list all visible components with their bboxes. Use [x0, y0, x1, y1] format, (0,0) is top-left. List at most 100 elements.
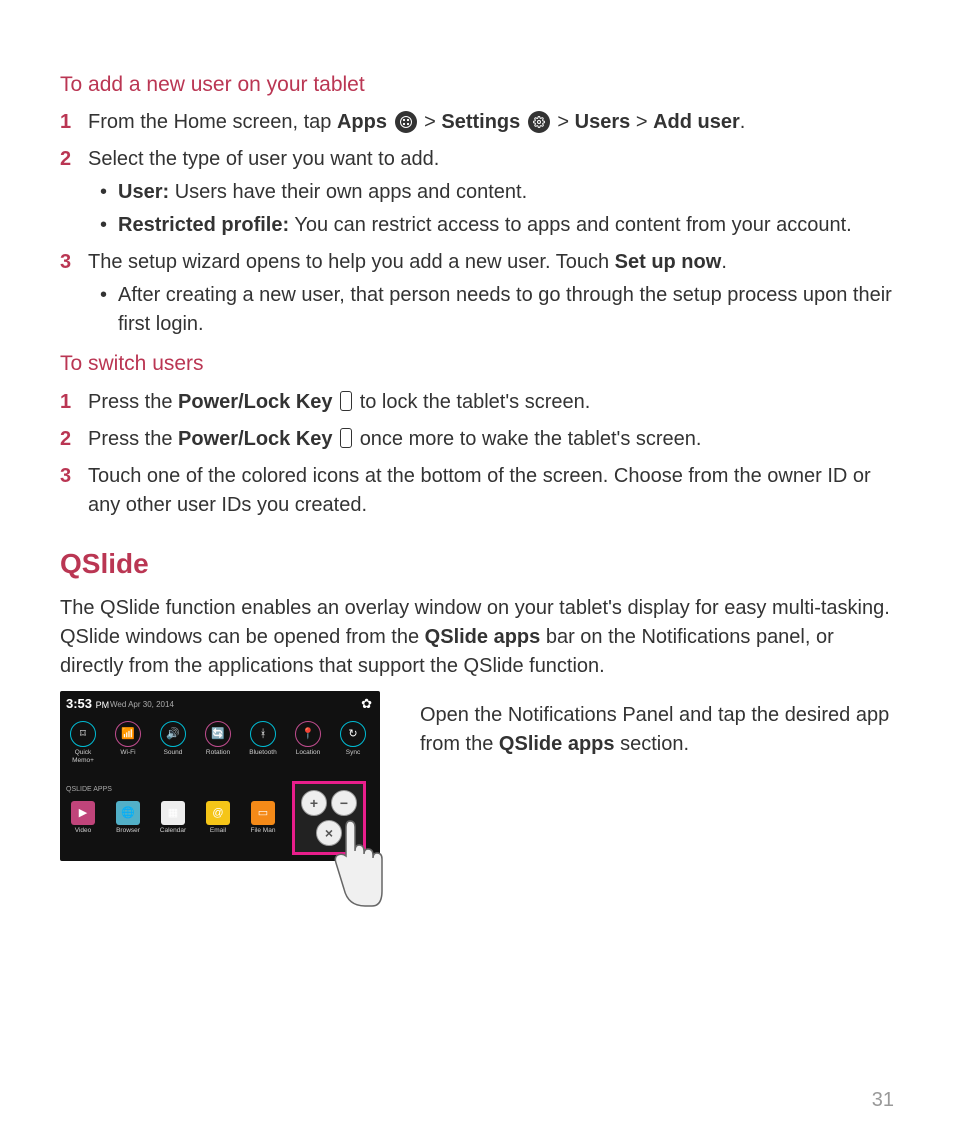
- list-item: 1 Press the Power/Lock Key to lock the t…: [60, 388, 894, 417]
- quick-setting-item: 📶 Wi-Fi: [111, 721, 145, 763]
- text: You can restrict access to apps and cont…: [289, 214, 852, 236]
- toggle-label: Bluetooth: [249, 749, 276, 756]
- time-ampm: PM: [96, 700, 110, 710]
- quick-setting-item: ⌑ Quick Memo+: [66, 721, 100, 763]
- clock-time: 3:53 PM: [66, 695, 109, 714]
- minus-icon: −: [331, 790, 357, 816]
- qslide-side-text: Open the Notifications Panel and tap the…: [420, 691, 894, 759]
- text-bold: Power/Lock Key: [178, 391, 333, 413]
- plus-icon: +: [301, 790, 327, 816]
- step-number: 1: [60, 388, 71, 417]
- gear-icon: [528, 111, 550, 133]
- text-bold: Settings: [441, 111, 520, 133]
- list-item: 2 Select the type of user you want to ad…: [60, 145, 894, 240]
- text: Press the: [88, 428, 178, 450]
- text: Press the: [88, 391, 178, 413]
- quick-setting-item: ↻ Sync: [336, 721, 370, 763]
- text: Select the type of user you want to add.: [88, 148, 439, 170]
- section-heading-switch-users: To switch users: [60, 349, 894, 379]
- app-icon: @: [206, 801, 230, 825]
- text: The setup wizard opens to help you add a…: [88, 251, 615, 273]
- section-heading-add-user: To add a new user on your tablet: [60, 70, 894, 100]
- app-label: Calendar: [160, 827, 186, 834]
- qslide-app-item: @ Email: [201, 801, 235, 834]
- power-key-icon: [340, 391, 352, 411]
- app-icon: ▶: [71, 801, 95, 825]
- list-item: 1 From the Home screen, tap Apps > Setti…: [60, 108, 894, 137]
- step-number: 3: [60, 462, 71, 491]
- text: once more to wake the tablet's screen.: [360, 428, 702, 450]
- apps-icon: [395, 111, 417, 133]
- qslide-app-item: 🌐 Browser: [111, 801, 145, 834]
- text-bold: Power/Lock Key: [178, 428, 333, 450]
- step-number: 1: [60, 108, 71, 137]
- close-icon: ×: [316, 820, 342, 846]
- text-bold: Apps: [337, 111, 387, 133]
- toggle-label: Wi-Fi: [120, 749, 135, 756]
- text-bold: Users: [575, 111, 631, 133]
- quick-setting-item: 🔊 Sound: [156, 721, 190, 763]
- app-icon: 🌐: [116, 801, 140, 825]
- quick-setting-item: 📍 Location: [291, 721, 325, 763]
- step-number: 3: [60, 248, 71, 277]
- text-bold: Set up now: [615, 251, 722, 273]
- date-text: Wed Apr 30, 2014: [110, 699, 174, 711]
- text: >: [636, 111, 653, 133]
- toggle-icon: 📍: [295, 721, 321, 747]
- qslide-app-item: ▦ Calendar: [156, 801, 190, 834]
- app-label: Video: [75, 827, 92, 834]
- switch-users-steps: 1 Press the Power/Lock Key to lock the t…: [60, 388, 894, 520]
- gear-icon: ✿: [361, 695, 372, 714]
- qslide-apps-label: QSLIDE APPS: [66, 785, 112, 795]
- page-number: 31: [872, 1086, 894, 1115]
- text: From the Home screen, tap: [88, 111, 337, 133]
- app-icon: ▭: [251, 801, 275, 825]
- text: to lock the tablet's screen.: [360, 391, 591, 413]
- power-key-icon: [340, 428, 352, 448]
- list-item: 2 Press the Power/Lock Key once more to …: [60, 425, 894, 454]
- text: .: [740, 111, 746, 133]
- qslide-app-item: ▭ File Man: [246, 801, 280, 834]
- list-item: 3 The setup wizard opens to help you add…: [60, 248, 894, 339]
- text: >: [424, 111, 441, 133]
- toggle-label: Sound: [164, 749, 183, 756]
- toggle-label: Location: [296, 749, 321, 756]
- app-icon: ▦: [161, 801, 185, 825]
- app-label: Browser: [116, 827, 140, 834]
- text: Users have their own apps and content.: [169, 181, 527, 203]
- text: .: [721, 251, 727, 273]
- toggle-icon: 🔊: [160, 721, 186, 747]
- text-bold: Restricted profile:: [118, 214, 289, 236]
- section-heading-qslide: QSlide: [60, 544, 894, 585]
- text-bold: Add user: [653, 111, 740, 133]
- text-bold: User:: [118, 181, 169, 203]
- toggle-label: Sync: [346, 749, 360, 756]
- quick-setting-item: 🔄 Rotation: [201, 721, 235, 763]
- list-item: 3 Touch one of the colored icons at the …: [60, 462, 894, 520]
- toggle-icon: 📶: [115, 721, 141, 747]
- bullet-item: User: Users have their own apps and cont…: [100, 178, 894, 207]
- qslide-app-item: ▶ Video: [66, 801, 100, 834]
- text-bold: QSlide apps: [499, 733, 615, 755]
- text-bold: QSlide apps: [425, 626, 541, 648]
- app-label: Email: [210, 827, 226, 834]
- bullet-item: Restricted profile: You can restrict acc…: [100, 211, 894, 240]
- quick-setting-item: ᚼ Bluetooth: [246, 721, 280, 763]
- toggle-label: Quick Memo+: [66, 749, 100, 763]
- text: section.: [615, 733, 689, 755]
- qslide-intro: The QSlide function enables an overlay w…: [60, 594, 894, 681]
- step-number: 2: [60, 145, 71, 174]
- toggle-icon: ↻: [340, 721, 366, 747]
- qslide-popup-highlight: + − ×: [292, 781, 366, 855]
- bullet-item: After creating a new user, that person n…: [100, 281, 894, 339]
- toggle-icon: ᚼ: [250, 721, 276, 747]
- toggle-icon: ⌑: [70, 721, 96, 747]
- toggle-label: Rotation: [206, 749, 230, 756]
- text: >: [557, 111, 574, 133]
- app-label: File Man: [251, 827, 276, 834]
- step-number: 2: [60, 425, 71, 454]
- time-value: 3:53: [66, 696, 92, 711]
- add-user-steps: 1 From the Home screen, tap Apps > Setti…: [60, 108, 894, 339]
- toggle-icon: 🔄: [205, 721, 231, 747]
- text: Touch one of the colored icons at the bo…: [88, 465, 871, 516]
